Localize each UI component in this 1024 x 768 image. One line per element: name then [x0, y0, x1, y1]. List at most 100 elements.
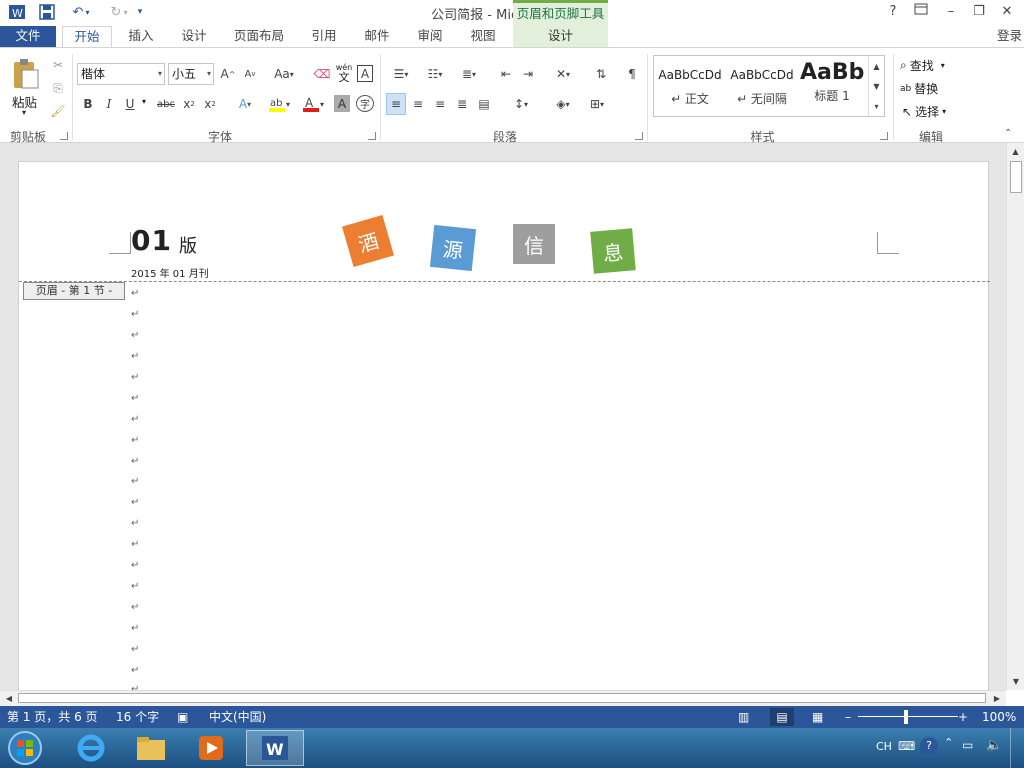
enclose-characters-button[interactable]: 字	[356, 95, 374, 112]
sort-icon[interactable]: ⇅	[590, 63, 612, 85]
multilevel-list-icon[interactable]: ≣ ▾	[454, 63, 484, 85]
help-icon[interactable]: ?	[882, 2, 904, 22]
word-count[interactable]: 16 个字	[116, 706, 159, 728]
grow-font-button[interactable]: A ^	[218, 63, 238, 85]
change-case-button[interactable]: Aa ▾	[268, 63, 300, 85]
scroll-left-icon[interactable]: ◀	[2, 691, 16, 705]
zoom-in-icon[interactable]: +	[958, 706, 968, 728]
volume-icon[interactable]: 🔈	[986, 738, 1002, 753]
styles-more-icon[interactable]: ▾	[869, 96, 884, 116]
web-layout-icon[interactable]: ▦	[812, 706, 823, 728]
select-button[interactable]: ↖ 选择 ▾	[902, 103, 946, 120]
zoom-slider-thumb[interactable]	[904, 710, 908, 724]
minimize-icon[interactable]: –	[940, 2, 962, 22]
style-heading-1[interactable]: AaBb 标题 1	[800, 58, 864, 114]
internet-explorer-icon[interactable]	[62, 730, 120, 766]
page-count[interactable]: 第 1 页，共 6 页	[7, 706, 98, 728]
word-taskbar-icon[interactable]: W	[246, 730, 304, 766]
font-size-combo[interactable]: 小五 ▾	[168, 63, 214, 85]
italic-button[interactable]: I	[101, 93, 117, 115]
underline-dropdown-icon[interactable]: ▾	[142, 97, 146, 106]
align-right-icon[interactable]: ≡	[430, 93, 450, 115]
network-icon[interactable]: ▭	[962, 738, 973, 752]
tab-references[interactable]: 引用	[305, 26, 343, 48]
tab-page-layout[interactable]: 页面布局	[228, 26, 290, 48]
restore-icon[interactable]: ❐	[968, 2, 990, 22]
shading-icon[interactable]: ◈ ▾	[548, 93, 578, 115]
tab-review[interactable]: 审阅	[411, 26, 449, 48]
bullets-icon[interactable]: ☰ ▾	[386, 63, 416, 85]
style-no-spacing[interactable]: AaBbCcDd ↵ 无间隔	[728, 58, 796, 114]
read-mode-icon[interactable]: ▥	[738, 706, 749, 728]
language[interactable]: 中文(中国)	[209, 706, 266, 728]
keyboard-icon[interactable]: ⌨	[898, 739, 915, 753]
superscript-icon[interactable]: x2	[201, 93, 219, 115]
tab-design[interactable]: 设计	[175, 26, 213, 48]
sign-in-link[interactable]: 登录	[997, 26, 1022, 46]
show-marks-icon[interactable]: ¶	[622, 63, 642, 85]
shrink-font-button[interactable]: Av	[240, 63, 260, 85]
tab-mailings[interactable]: 邮件	[358, 26, 396, 48]
strikethrough-button[interactable]: abc	[154, 93, 178, 115]
collapse-ribbon-icon[interactable]: ⌃	[1004, 128, 1012, 139]
subscript-icon[interactable]: x2	[180, 93, 198, 115]
proofing-icon[interactable]: ▣	[177, 706, 188, 728]
show-hidden-icons-icon[interactable]: ⌃	[944, 736, 953, 749]
close-icon[interactable]: ✕	[996, 2, 1018, 22]
font-color-icon[interactable]: A ▾	[298, 93, 328, 115]
styles-scroll-up-icon[interactable]: ▲	[869, 56, 884, 76]
horizontal-scrollbar[interactable]: ◀ ▶	[0, 690, 1006, 706]
clipboard-launcher-icon[interactable]	[60, 132, 68, 140]
paste-dropdown-icon[interactable]: ▾	[22, 108, 26, 117]
replace-button[interactable]: ab 替换	[900, 80, 938, 97]
tab-insert[interactable]: 插入	[122, 26, 160, 48]
character-border-button[interactable]: A	[357, 65, 373, 82]
align-center-icon[interactable]: ≡	[408, 93, 428, 115]
styles-scroll-down-icon[interactable]: ▼	[869, 76, 884, 96]
paste-icon[interactable]	[10, 56, 40, 92]
find-button[interactable]: ⌕ 查找 ▾	[900, 57, 945, 74]
borders-icon[interactable]: ⊞ ▾	[582, 93, 612, 115]
font-launcher-icon[interactable]	[368, 132, 376, 140]
style-normal[interactable]: AaBbCcDd ↵ 正文	[656, 58, 724, 114]
print-layout-icon[interactable]: ▤	[770, 708, 794, 726]
numbering-icon[interactable]: ☷ ▾	[420, 63, 450, 85]
ime-indicator[interactable]: CH	[876, 740, 892, 753]
clear-formatting-icon[interactable]: ⌫	[312, 63, 332, 85]
document-page[interactable]: 01 版 酒 源 信 息 2015 年 01 月刊 页眉 - 第 1 节 - ↵…	[18, 161, 990, 701]
help-tray-icon[interactable]: ?	[920, 737, 938, 755]
copy-icon[interactable]: ⎘	[48, 79, 68, 97]
chinese-layout-icon[interactable]: ✕ ▾	[548, 63, 578, 85]
ribbon-display-icon[interactable]	[910, 2, 932, 22]
paragraph-launcher-icon[interactable]	[635, 132, 643, 140]
zoom-out-icon[interactable]: –	[845, 706, 851, 728]
decrease-indent-icon[interactable]: ⇤	[496, 63, 516, 85]
tab-home[interactable]: 开始	[62, 26, 112, 48]
align-left-icon[interactable]: ≡	[386, 93, 406, 115]
scroll-up-icon[interactable]: ▲	[1007, 143, 1024, 159]
increase-indent-icon[interactable]: ⇥	[518, 63, 538, 85]
format-painter-icon[interactable]: 🖌	[48, 102, 68, 120]
vertical-scrollbar[interactable]: ▲ ▼	[1006, 143, 1024, 690]
phonetic-guide-button[interactable]: wén 文	[334, 63, 354, 85]
justify-icon[interactable]: ≣	[452, 93, 472, 115]
scroll-thumb[interactable]	[1010, 161, 1022, 193]
font-name-combo[interactable]: 楷体 ▾	[77, 63, 165, 85]
line-spacing-icon[interactable]: ↕ ▾	[506, 93, 536, 115]
start-button-icon[interactable]	[0, 730, 50, 766]
tab-header-footer-design[interactable]: 设计	[513, 26, 608, 48]
media-player-icon[interactable]	[182, 730, 240, 766]
cut-icon[interactable]: ✂	[48, 56, 68, 74]
hscroll-thumb[interactable]	[18, 693, 986, 703]
bold-button[interactable]: B	[80, 93, 96, 115]
show-desktop-button[interactable]	[1010, 728, 1024, 768]
highlight-icon[interactable]: ab ▾	[264, 93, 294, 115]
character-shading-icon[interactable]: A	[334, 95, 350, 112]
file-explorer-icon[interactable]	[122, 730, 180, 766]
underline-button[interactable]: U	[122, 93, 138, 115]
scroll-down-icon[interactable]: ▼	[1007, 673, 1024, 689]
scroll-right-icon[interactable]: ▶	[990, 691, 1004, 705]
zoom-slider-track[interactable]	[858, 716, 958, 717]
styles-launcher-icon[interactable]	[880, 132, 888, 140]
text-effects-icon[interactable]: A ▾	[232, 93, 258, 115]
